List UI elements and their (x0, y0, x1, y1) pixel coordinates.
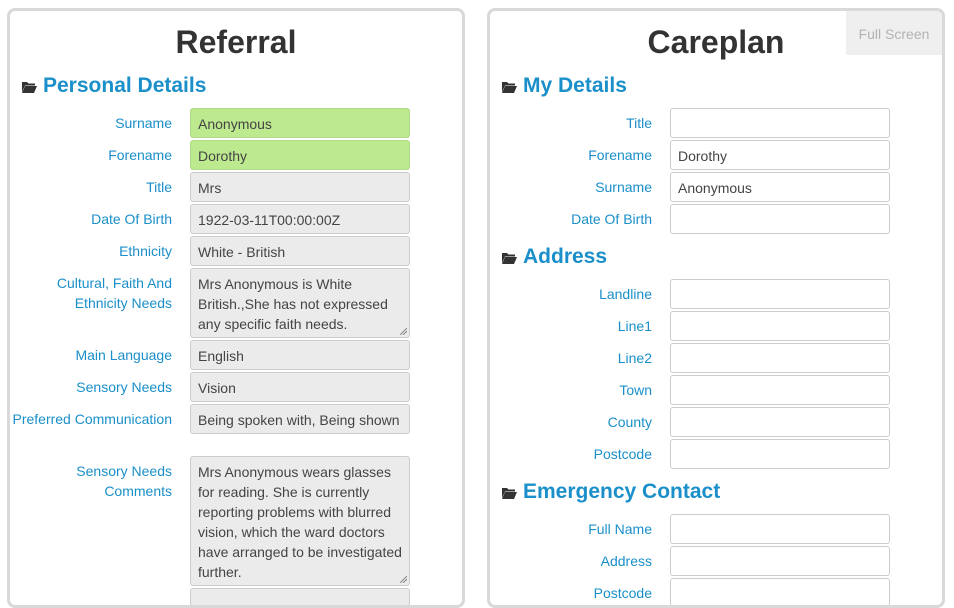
referral-sensory-field[interactable]: Vision (190, 372, 410, 402)
folder-open-icon (22, 82, 37, 93)
referral-panel: Referral Personal Details Surname Anonym… (7, 8, 465, 608)
section-personal-details: Personal Details (21, 73, 206, 99)
referral-ethnicity-field[interactable]: White - British (190, 236, 410, 266)
careplan-dob-input[interactable] (670, 204, 890, 234)
field-label: Forename (108, 147, 172, 163)
resize-grip-icon[interactable] (400, 576, 407, 583)
section-my-details: My Details (501, 73, 627, 99)
field-label: Sensory Needs Comments (76, 463, 172, 499)
careplan-ec-address-input[interactable] (670, 546, 890, 576)
careplan-postcode-input[interactable] (670, 439, 890, 469)
field-label: Date Of Birth (571, 211, 652, 227)
field-label: Surname (115, 115, 172, 131)
field-label: Full Name (588, 521, 652, 537)
field-label: Line2 (617, 350, 652, 366)
section-emergency-contact-label: Emergency Contact (523, 480, 721, 503)
referral-next-field[interactable] (190, 588, 410, 605)
careplan-forename-input[interactable]: Dorothy (670, 140, 890, 170)
field-label: Line1 (617, 318, 652, 334)
careplan-title-input[interactable] (670, 108, 890, 138)
careplan-surname-input[interactable]: Anonymous (670, 172, 890, 202)
referral-title-field[interactable]: Mrs (190, 172, 410, 202)
referral-surname-field[interactable]: Anonymous (190, 108, 410, 138)
field-label: Postcode (593, 585, 652, 601)
field-label: Surname (595, 179, 652, 195)
careplan-title: Careplan (647, 24, 785, 60)
textarea-text: Mrs Anonymous is White British.,She has … (198, 276, 388, 332)
field-label: Cultural, Faith And Ethnicity Needs (56, 275, 172, 311)
field-label: Landline (599, 286, 652, 302)
careplan-fullname-input[interactable] (670, 514, 890, 544)
referral-cultural-textarea[interactable]: Mrs Anonymous is White British.,She has … (190, 268, 410, 338)
field-label: Address (600, 553, 652, 569)
referral-language-field[interactable]: English (190, 340, 410, 370)
referral-title: Referral (175, 24, 297, 60)
folder-open-icon (502, 488, 517, 499)
folder-open-icon (502, 253, 517, 264)
section-emergency-contact: Emergency Contact (501, 479, 720, 505)
careplan-town-input[interactable] (670, 375, 890, 405)
field-label: Preferred Communication (12, 411, 172, 427)
field-label: Postcode (593, 446, 652, 462)
careplan-landline-input[interactable] (670, 279, 890, 309)
section-address: Address (501, 244, 607, 270)
field-label: Title (626, 115, 652, 131)
section-personal-details-label: Personal Details (43, 74, 207, 97)
referral-dob-field[interactable]: 1922-03-11T00:00:00Z (190, 204, 410, 234)
careplan-ec-postcode-input[interactable] (670, 578, 890, 605)
referral-sensory-comments-textarea[interactable]: Mrs Anonymous wears glasses for reading.… (190, 456, 410, 586)
folder-open-icon (502, 82, 517, 93)
field-label: Town (619, 382, 652, 398)
field-label: County (607, 414, 652, 430)
field-label: Sensory Needs (76, 379, 172, 395)
field-label: Ethnicity (119, 243, 172, 259)
field-label: Title (146, 179, 172, 195)
careplan-county-input[interactable] (670, 407, 890, 437)
resize-grip-icon[interactable] (400, 328, 407, 335)
field-label: Date Of Birth (91, 211, 172, 227)
careplan-line1-input[interactable] (670, 311, 890, 341)
referral-forename-field[interactable]: Dorothy (190, 140, 410, 170)
section-address-label: Address (523, 245, 608, 268)
field-label: Main Language (75, 347, 172, 363)
careplan-panel: Full Screen Careplan My Details Title Fo… (487, 8, 945, 608)
textarea-text: Mrs Anonymous wears glasses for reading.… (198, 464, 402, 580)
careplan-line2-input[interactable] (670, 343, 890, 373)
referral-communication-field[interactable]: Being spoken with, Being shown (190, 404, 410, 434)
section-my-details-label: My Details (523, 74, 627, 97)
field-label: Forename (588, 147, 652, 163)
